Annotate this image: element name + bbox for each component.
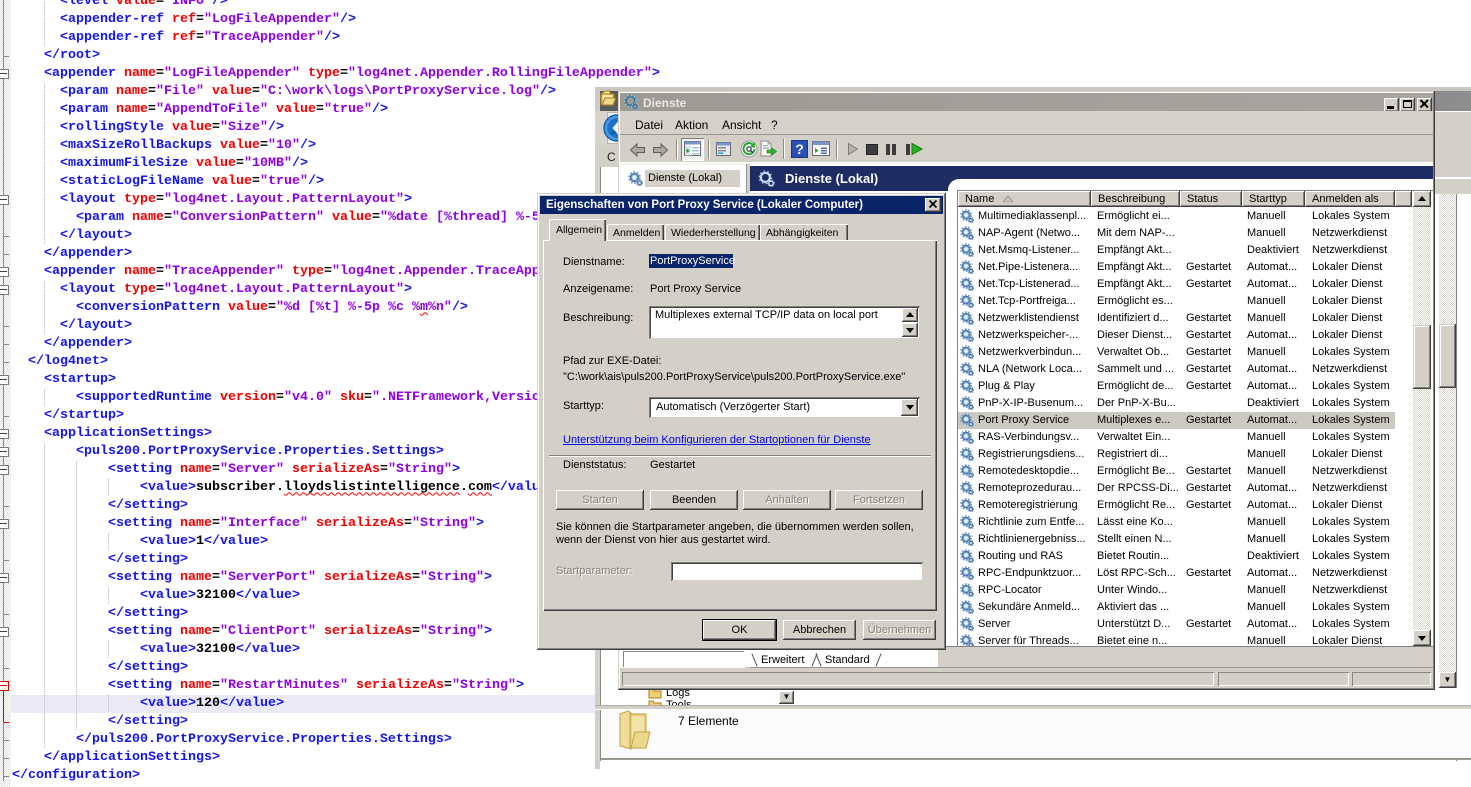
svg-text:?: ? (795, 141, 804, 157)
